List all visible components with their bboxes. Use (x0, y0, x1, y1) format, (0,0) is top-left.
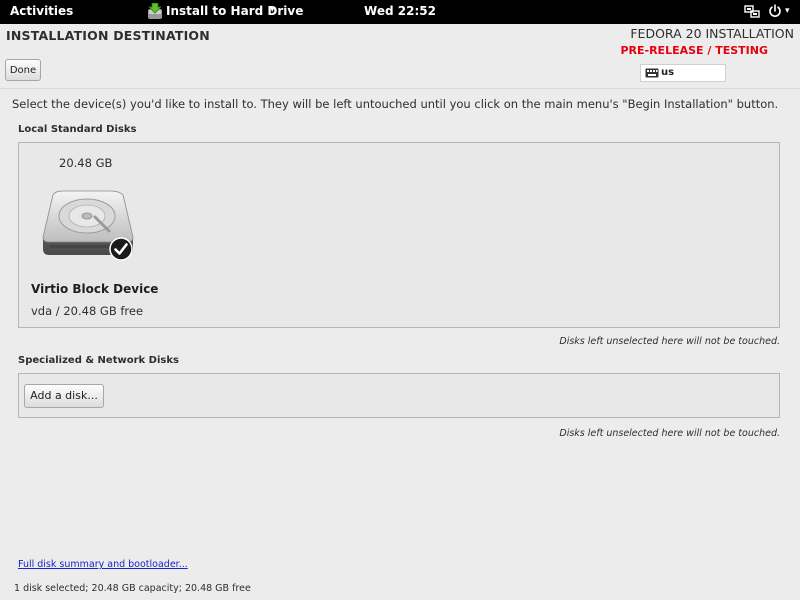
disk-tile[interactable]: 20.48 GB Virtio Block Device vda / 20.48… (21, 145, 171, 325)
activities-button[interactable]: Activities (10, 4, 73, 18)
keyboard-layout-label: us (661, 67, 675, 78)
app-name: Install to Hard Drive (166, 4, 304, 18)
installer-app-icon (148, 3, 162, 19)
selected-check-icon (109, 237, 133, 261)
specialized-disks-label: Specialized & Network Disks (18, 355, 179, 366)
header-divider (0, 88, 800, 89)
done-button[interactable]: Done (5, 59, 41, 81)
keyboard-layout-indicator[interactable]: us (640, 64, 726, 82)
app-menu-arrow-icon: ▾ (270, 5, 275, 15)
product-title: FEDORA 20 INSTALLATION (630, 26, 794, 41)
network-icon[interactable] (744, 5, 760, 19)
spoke-header: INSTALLATION DESTINATION Done FEDORA 20 … (0, 24, 800, 88)
intro-text: Select the device(s) you'd like to insta… (12, 97, 779, 111)
local-disks-note: Disks left unselected here will not be t… (559, 336, 780, 347)
power-icon[interactable] (768, 4, 782, 18)
disk-summary-link[interactable]: Full disk summary and bootloader... (18, 559, 188, 570)
selection-status: 1 disk selected; 20.48 GB capacity; 20.4… (14, 583, 251, 594)
top-bar: Activities Install to Hard Drive ▾ Wed 2… (0, 0, 800, 24)
power-menu-arrow-icon[interactable]: ▾ (785, 6, 790, 16)
local-disks-label: Local Standard Disks (18, 124, 137, 135)
prerelease-warning: PRE-RELEASE / TESTING (620, 44, 768, 57)
local-disks-panel: 20.48 GB Virtio Block Device vda / 20.48… (18, 142, 780, 328)
keyboard-icon (645, 68, 659, 78)
page-title: INSTALLATION DESTINATION (6, 28, 210, 43)
specialized-disks-panel: Add a disk... (18, 373, 780, 418)
disk-size: 20.48 GB (59, 156, 113, 170)
clock[interactable]: Wed 22:52 (0, 4, 800, 18)
specialized-disks-note: Disks left unselected here will not be t… (559, 428, 780, 439)
disk-detail: vda / 20.48 GB free (31, 304, 144, 318)
add-disk-button[interactable]: Add a disk... (24, 384, 104, 408)
disk-name: Virtio Block Device (31, 282, 159, 296)
